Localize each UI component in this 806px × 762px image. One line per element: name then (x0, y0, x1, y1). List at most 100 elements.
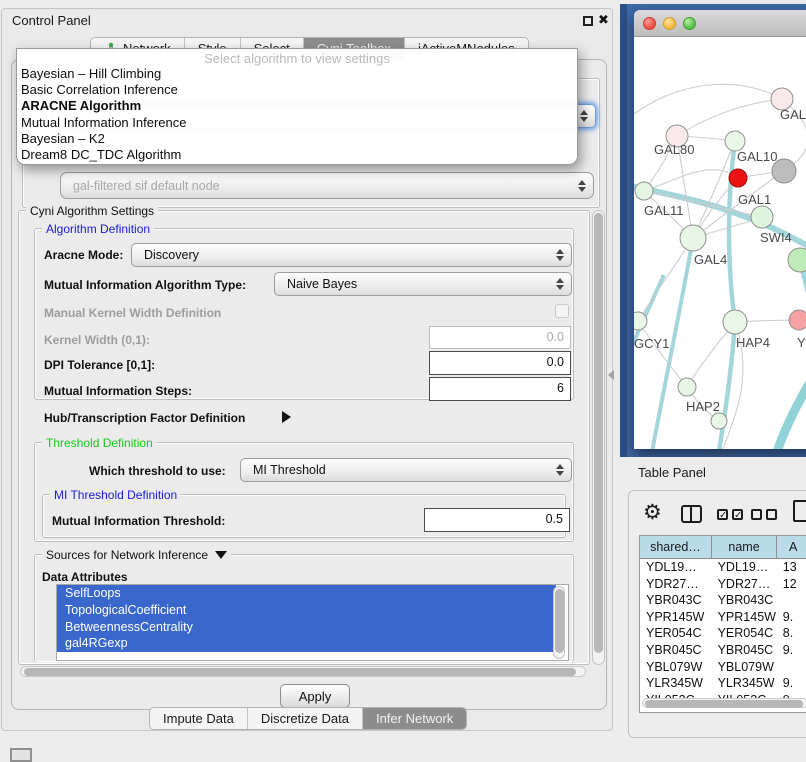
expand-arrow-icon[interactable] (282, 411, 291, 423)
combo-arrows-icon (580, 110, 588, 122)
node-circle (723, 310, 747, 334)
attributes-vertical-scrollbar[interactable] (553, 586, 565, 659)
list-item[interactable]: gal4RGexp (57, 635, 556, 652)
select-all-checkbox-icon[interactable]: ✓ (717, 509, 728, 520)
list-item[interactable]: TopologicalCoefficient (57, 602, 556, 619)
desktop-background: GAL GAL80 GAL10 GAL1 SWI4 GAL11 GAL4 GCY… (620, 4, 806, 457)
which-threshold-value: MI Threshold (253, 463, 326, 477)
node-table[interactable]: shared… name A YDL19…YDL19…13 YDR27…YDR2… (639, 535, 806, 713)
dropdown-item-selected[interactable]: ARACNE Algorithm (17, 98, 577, 114)
table-row[interactable]: YER054CYER054C8. (640, 625, 806, 642)
node-circle (789, 310, 806, 330)
which-threshold-combobox[interactable]: MI Threshold (240, 458, 572, 482)
manual-kernel-label: Manual Kernel Width Definition (44, 306, 221, 320)
table-row[interactable]: YBR045CYBR045C9. (640, 642, 806, 659)
node-label: GAL1 (738, 192, 771, 207)
node-label: HAP4 (736, 335, 770, 350)
node-label: GAL80 (654, 142, 694, 157)
manual-kernel-checkbox[interactable] (555, 304, 569, 318)
mi-steps-field[interactable]: 6 (429, 377, 571, 401)
node-label: SWI4 (760, 230, 792, 245)
select-all-checkbox-icon[interactable]: ✓ (732, 509, 743, 520)
dropdown-item[interactable]: Basic Correlation Inference (17, 82, 577, 98)
mi-type-combobox[interactable]: Naive Bayes (274, 272, 572, 296)
node-circle (751, 206, 773, 228)
minimize-traffic-light-icon[interactable] (663, 17, 676, 30)
kernel-width-field[interactable]: 0.0 (429, 326, 571, 349)
mi-threshold-legend: MI Threshold Definition (50, 488, 181, 502)
node-circle (680, 225, 706, 251)
zoom-traffic-light-icon[interactable] (683, 17, 696, 30)
column-header[interactable]: shared… (640, 536, 712, 558)
mi-steps-label: Mutual Information Steps: (44, 384, 192, 398)
dropdown-item[interactable]: Bayesian – Hill Climbing (17, 66, 577, 82)
network-canvas[interactable]: GAL GAL80 GAL10 GAL1 SWI4 GAL11 GAL4 GCY… (634, 37, 806, 449)
table-row[interactable]: YDL19…YDL19…13 (640, 559, 806, 576)
list-item[interactable]: BetweennessCentrality (57, 619, 556, 636)
column-header[interactable]: A (777, 536, 806, 558)
collapse-arrow-icon[interactable] (215, 551, 227, 559)
settings-horizontal-scrollbar[interactable] (20, 666, 586, 677)
scrollbar-thumb[interactable] (594, 213, 603, 653)
column-header[interactable]: name (712, 536, 777, 558)
aracne-mode-combobox[interactable]: Discovery (131, 243, 572, 267)
network-window-titlebar[interactable] (634, 10, 806, 37)
mi-threshold-label: Mutual Information Threshold: (52, 514, 225, 528)
node-circle (635, 182, 653, 200)
table-row[interactable]: YLR345WYLR345W9. (640, 675, 806, 692)
table-row[interactable]: YPR145WYPR145W9. (640, 609, 806, 626)
mi-type-label: Mutual Information Algorithm Type: (44, 278, 246, 292)
node-circle (711, 413, 727, 429)
panel-title: Control Panel (12, 13, 91, 28)
settings-vertical-scrollbar[interactable] (592, 210, 605, 665)
network-view-window[interactable]: GAL GAL80 GAL10 GAL1 SWI4 GAL11 GAL4 GCY… (634, 10, 806, 449)
node-circle (634, 312, 647, 330)
float-window-icon[interactable] (583, 16, 593, 26)
data-attributes-label: Data Attributes (42, 570, 128, 584)
table-header-row: shared… name A (640, 536, 806, 559)
mi-threshold-field[interactable]: 0.5 (424, 508, 570, 532)
data-attributes-list[interactable]: SelfLoops TopologicalCoefficient Between… (56, 584, 569, 661)
algorithm-definition-legend: Algorithm Definition (42, 222, 154, 236)
tab-impute-data[interactable]: Impute Data (150, 708, 248, 729)
aracne-mode-label: Aracne Mode: (44, 248, 123, 262)
close-icon[interactable]: ✖ (598, 12, 609, 28)
tab-infer-network[interactable]: Infer Network (363, 708, 466, 729)
list-item[interactable]: SelfLoops (57, 585, 556, 602)
splitter-collapse-icon[interactable] (608, 370, 614, 380)
threshold-definition-legend: Threshold Definition (42, 436, 157, 450)
table-panel: ⚙ ✓ ✓ shared… name A YDL19…YDL19…13 YDR2… (628, 490, 806, 738)
combo-arrows-icon (556, 249, 564, 261)
minimized-window-icon[interactable] (10, 748, 32, 762)
tab-discretize-data[interactable]: Discretize Data (248, 708, 363, 729)
table-row[interactable]: YDR27…YDR27…12 (640, 576, 806, 593)
hub-definition-label: Hub/Transcription Factor Definition (44, 411, 245, 425)
deselect-all-checkbox-icon[interactable] (766, 509, 777, 520)
table-row[interactable]: YBR043CYBR043C (640, 592, 806, 609)
network-select-combobox[interactable]: gal-filtered sif default node (60, 172, 594, 199)
network-combo-value: gal-filtered sif default node (73, 179, 220, 193)
sources-legend: Sources for Network Inference (42, 548, 231, 562)
dpi-tolerance-field[interactable]: 0.0 (429, 351, 571, 375)
node-circle (725, 131, 745, 151)
node-label: GAL11 (644, 203, 684, 218)
mi-type-value: Naive Bayes (287, 277, 357, 291)
node-circle (678, 378, 696, 396)
dropdown-item[interactable]: Bayesian – K2 (17, 131, 577, 147)
node-circle-red (729, 169, 747, 187)
combo-arrows-icon (556, 278, 564, 290)
node-label: GCY1 (634, 336, 669, 351)
new-table-icon[interactable] (793, 500, 806, 522)
split-columns-icon[interactable] (681, 505, 702, 523)
which-threshold-label: Which threshold to use: (89, 464, 226, 478)
gear-icon[interactable]: ⚙ (643, 502, 662, 523)
dropdown-item[interactable]: Mutual Information Inference (17, 115, 577, 131)
aracne-mode-value: Discovery (144, 248, 199, 262)
combo-arrows-icon (578, 180, 586, 192)
deselect-all-checkbox-icon[interactable] (751, 509, 762, 520)
table-row[interactable]: YBL079WYBL079W (640, 659, 806, 676)
close-traffic-light-icon[interactable] (643, 17, 656, 30)
dropdown-item[interactable]: Dream8 DC_TDC Algorithm (17, 147, 577, 163)
apply-button[interactable]: Apply (280, 684, 350, 708)
table-horizontal-scrollbar[interactable] (642, 698, 806, 708)
